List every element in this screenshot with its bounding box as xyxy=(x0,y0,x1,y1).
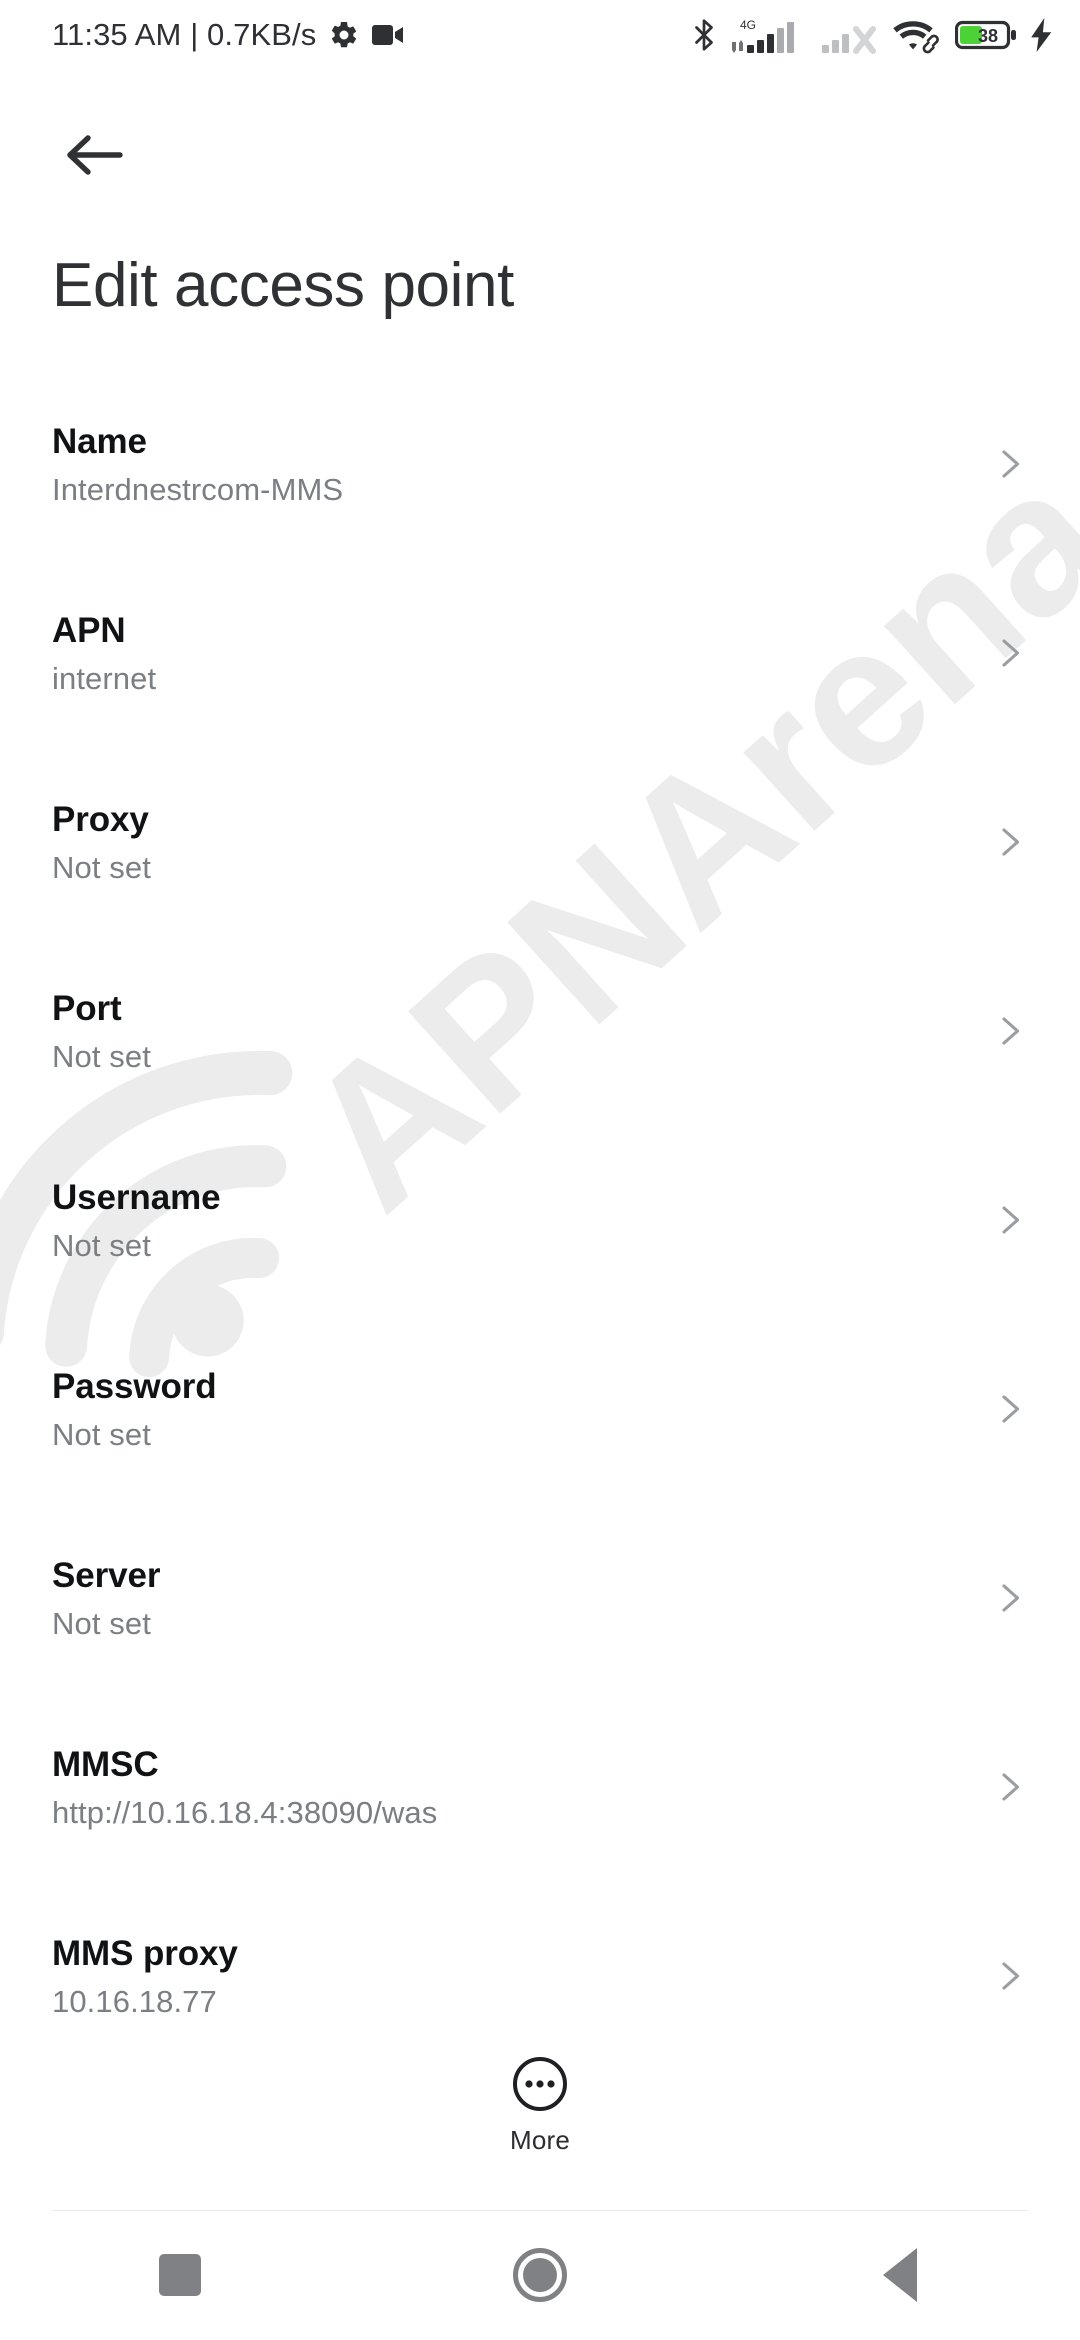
chevron-right-icon xyxy=(1002,1584,1020,1612)
chevron-right-icon xyxy=(1002,450,1020,478)
nav-back-button[interactable] xyxy=(720,2210,1080,2340)
row-value: Not set xyxy=(52,1038,151,1074)
row-value: Not set xyxy=(52,1605,151,1641)
navigation-bar xyxy=(0,2210,1080,2340)
row-value: 10.16.18.77 xyxy=(52,1983,217,2019)
setting-row-port[interactable]: Port Not set xyxy=(0,967,1080,1156)
row-label: Username xyxy=(52,1178,221,1217)
status-bar: 11:35 AM | 0.7KB/s 4G 38 xyxy=(0,0,1080,70)
battery-level-text: 38 xyxy=(978,26,998,46)
row-value: Interdnestrcom-MMS xyxy=(52,471,344,507)
setting-row-username[interactable]: Username Not set xyxy=(0,1156,1080,1345)
row-text: Proxy Not set xyxy=(52,778,151,888)
row-label: APN xyxy=(52,611,126,650)
recents-button[interactable] xyxy=(0,2210,360,2340)
gear-icon xyxy=(332,21,357,48)
row-label: Port xyxy=(52,989,122,1028)
bluetooth-icon xyxy=(695,19,713,51)
row-text: Password Not set xyxy=(52,1345,217,1455)
chevron-right-icon xyxy=(1002,639,1020,667)
chevron-right-icon xyxy=(1002,828,1020,856)
setting-row-apn[interactable]: APN internet xyxy=(0,589,1080,778)
setting-row-password[interactable]: Password Not set xyxy=(0,1345,1080,1534)
phone-screen: 11:35 AM | 0.7KB/s 4G 38 Edit access poi… xyxy=(0,0,1080,2340)
signal-sim2-no-service-icon xyxy=(822,26,876,54)
row-text: Port Not set xyxy=(52,967,151,1077)
row-text: Server Not set xyxy=(52,1534,160,1644)
charging-bolt-icon xyxy=(1031,18,1052,52)
recents-square-icon xyxy=(159,2254,201,2296)
row-text: MMS proxy 10.16.18.77 xyxy=(52,1912,238,2022)
home-circle-icon xyxy=(513,2248,567,2302)
status-bar-left: 11:35 AM | 0.7KB/s xyxy=(52,17,404,53)
setting-row-server[interactable]: Server Not set xyxy=(0,1534,1080,1723)
home-circle-inner xyxy=(523,2258,557,2292)
setting-row-name[interactable]: Name Interdnestrcom-MMS xyxy=(0,400,1080,589)
chevron-right-icon xyxy=(1002,1962,1020,1990)
status-clock: 11:35 AM | 0.7KB/s xyxy=(52,17,317,52)
setting-row-proxy[interactable]: Proxy Not set xyxy=(0,778,1080,967)
signal-sim1-icon: 4G xyxy=(732,18,794,53)
back-arrow-icon xyxy=(67,135,123,175)
more-button[interactable]: More xyxy=(0,2055,1080,2156)
settings-list: Name Interdnestrcom-MMS APN internet Pro… xyxy=(0,400,1080,2101)
row-label: Server xyxy=(52,1556,161,1595)
page-title: Edit access point xyxy=(52,251,514,320)
chevron-right-icon xyxy=(1002,1206,1020,1234)
row-label: Name xyxy=(52,422,147,461)
video-camera-icon xyxy=(372,25,404,45)
svg-text:4G: 4G xyxy=(740,18,756,32)
more-button-label: More xyxy=(509,2125,571,2155)
setting-row-mmsc[interactable]: MMSC http://10.16.18.4:38090/was xyxy=(0,1723,1080,1912)
back-button[interactable] xyxy=(42,110,148,200)
row-label: MMSC xyxy=(52,1745,159,1784)
row-label: Proxy xyxy=(52,800,149,839)
wifi-icon xyxy=(893,21,939,54)
more-dots-circle-icon xyxy=(513,2057,567,2111)
row-value: Not set xyxy=(52,1227,151,1263)
row-text: Name Interdnestrcom-MMS xyxy=(52,400,343,510)
row-label: Password xyxy=(52,1367,217,1406)
row-value: http://10.16.18.4:38090/was xyxy=(52,1794,438,1830)
battery-icon: 38 xyxy=(955,20,1016,50)
back-triangle-icon xyxy=(883,2248,917,2302)
row-text: MMSC http://10.16.18.4:38090/was xyxy=(52,1723,437,1833)
chevron-right-icon xyxy=(1002,1395,1020,1423)
row-value: Not set xyxy=(52,849,151,885)
row-label: MMS proxy xyxy=(52,1934,238,1973)
chevron-right-icon xyxy=(1002,1773,1020,1801)
row-value: internet xyxy=(52,660,157,696)
row-text: Username Not set xyxy=(52,1156,221,1266)
chevron-right-icon xyxy=(1002,1017,1020,1045)
status-bar-right: 4G 38 xyxy=(691,15,1054,55)
row-value: Not set xyxy=(52,1416,151,1452)
row-text: APN internet xyxy=(52,589,156,699)
home-button[interactable] xyxy=(360,2210,720,2340)
